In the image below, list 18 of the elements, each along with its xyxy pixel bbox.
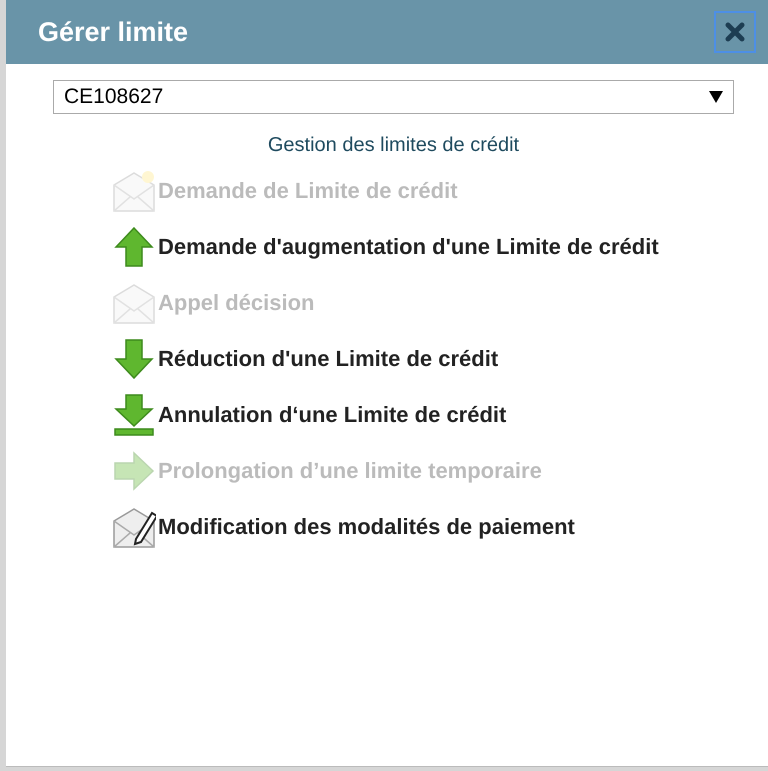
down-arrow-icon <box>112 337 156 381</box>
action-link: Prolongation d’une limite temporaire <box>158 458 542 484</box>
right-arrow-icon <box>112 449 156 493</box>
action-link[interactable]: Réduction d'une Limite de crédit <box>158 346 498 372</box>
close-icon <box>725 22 745 42</box>
download-arrow-icon <box>112 393 156 437</box>
close-button[interactable] <box>714 11 756 53</box>
action-link: Demande de Limite de crédit <box>158 178 458 204</box>
envelope-icon <box>112 169 156 213</box>
account-select[interactable]: CE108627 <box>53 80 734 114</box>
action-link[interactable]: Annulation d‘une Limite de crédit <box>158 402 506 428</box>
section-title: Gestion des limites de crédit <box>266 134 520 157</box>
up-arrow-icon <box>112 225 156 269</box>
action-link[interactable]: Demande d'augmentation d'une Limite de crédit <box>158 234 659 260</box>
dropdown-arrow-icon <box>709 91 723 103</box>
dialog-title: Gérer limite <box>38 16 188 48</box>
action-link: Appel décision <box>158 290 314 316</box>
action-link[interactable]: Modification des modalités de paiement <box>158 514 575 540</box>
